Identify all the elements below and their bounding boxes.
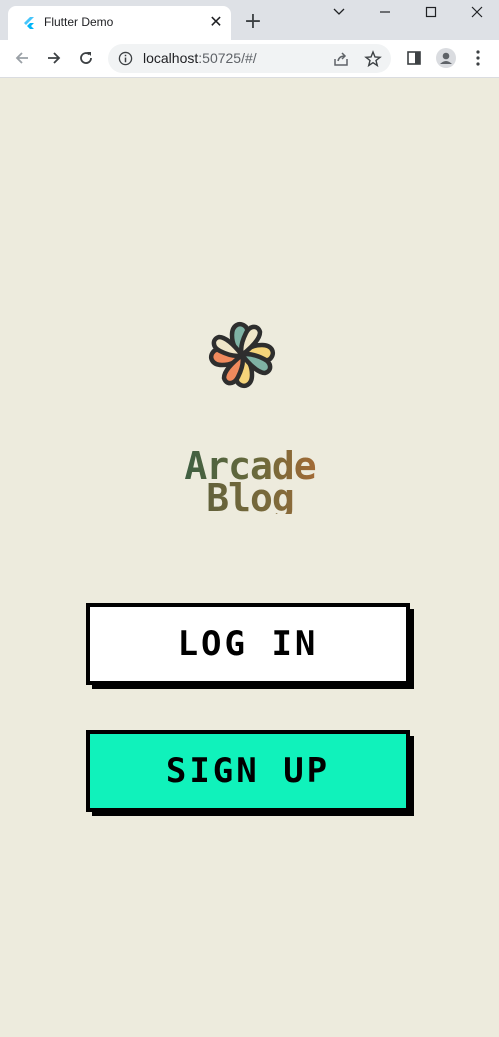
more-icon[interactable] xyxy=(468,48,488,68)
reload-icon[interactable] xyxy=(74,46,98,70)
url-path: :50725/#/ xyxy=(198,50,257,66)
info-icon[interactable] xyxy=(118,51,133,66)
flutter-icon xyxy=(24,17,34,29)
maximize-icon[interactable] xyxy=(417,2,445,22)
close-icon[interactable]: ✕ xyxy=(208,14,224,30)
browser-tab[interactable]: Flutter Demo ✕ xyxy=(8,6,231,40)
url-text[interactable]: localhost:50725/#/ xyxy=(143,50,257,66)
pinwheel-logo-icon xyxy=(209,322,275,388)
profile-icon[interactable] xyxy=(436,48,456,68)
close-window-icon[interactable] xyxy=(463,2,491,22)
signup-button[interactable]: SIGN UP xyxy=(86,730,410,812)
chevron-down-icon[interactable] xyxy=(325,2,353,22)
minimize-icon[interactable] xyxy=(371,2,399,22)
login-button[interactable]: LOG IN xyxy=(86,603,410,685)
address-bar[interactable]: localhost:50725/#/ xyxy=(108,44,391,73)
plus-icon[interactable]: + xyxy=(243,11,263,33)
tab-title: Flutter Demo xyxy=(44,15,114,29)
tab-strip: Flutter Demo ✕ + xyxy=(0,0,499,40)
side-panel-icon[interactable] xyxy=(404,48,424,68)
browser-toolbar: localhost:50725/#/ xyxy=(0,40,499,78)
back-icon[interactable] xyxy=(10,46,34,70)
login-button-wrapper: LOG IN xyxy=(86,603,420,695)
signup-button-wrapper: SIGN UP xyxy=(86,730,420,822)
star-icon[interactable] xyxy=(364,50,382,68)
app-title-line2: Blog xyxy=(150,479,350,517)
forward-icon[interactable] xyxy=(42,46,66,70)
share-icon[interactable] xyxy=(332,50,350,68)
url-host: localhost xyxy=(143,50,199,66)
app-title: Arcade Blog xyxy=(150,447,350,517)
